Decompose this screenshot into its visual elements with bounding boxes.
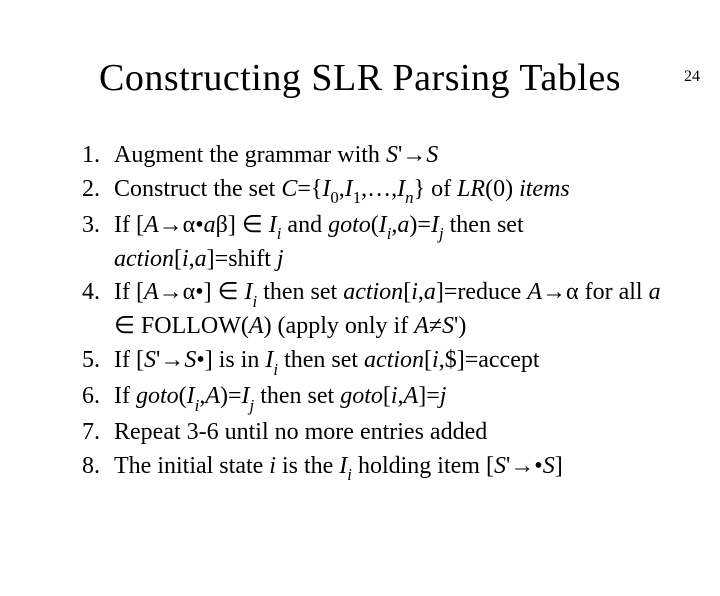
list-item: 6.If goto(Ii,A)=Ij then set goto[i,A]=j	[60, 381, 680, 415]
list-number: 7.	[60, 417, 114, 449]
list-item: 4.If [A→α•] ∈ Ii then set action[i,a]=re…	[60, 277, 680, 343]
list-number: 2.	[60, 174, 114, 206]
list-text: The initial state i is the Ii holding it…	[114, 451, 680, 485]
list-number: 4.	[60, 277, 114, 309]
page-title: Constructing SLR Parsing Tables	[0, 56, 720, 100]
list-text: Repeat 3-6 until no more entries added	[114, 417, 680, 449]
list-text: Augment the grammar with S'→S	[114, 140, 680, 172]
list-text: If goto(Ii,A)=Ij then set goto[i,A]=j	[114, 381, 680, 415]
page-number: 24	[684, 68, 700, 86]
list-text: If [S'→S•] is in Ii then set action[i,$]…	[114, 345, 680, 379]
algorithm-list: 1.Augment the grammar with S'→S2.Constru…	[60, 140, 680, 485]
list-item: 3.If [A→α•aβ] ∈ Ii and goto(Ii,a)=Ij the…	[60, 210, 680, 276]
list-number: 6.	[60, 381, 114, 413]
list-item: 8.The initial state i is the Ii holding …	[60, 451, 680, 485]
list-item: 1.Augment the grammar with S'→S	[60, 140, 680, 172]
list-item: 5.If [S'→S•] is in Ii then set action[i,…	[60, 345, 680, 379]
list-number: 1.	[60, 140, 114, 172]
list-text: If [A→α•] ∈ Ii then set action[i,a]=redu…	[114, 277, 680, 343]
list-number: 5.	[60, 345, 114, 377]
list-text: If [A→α•aβ] ∈ Ii and goto(Ii,a)=Ij then …	[114, 210, 680, 276]
list-item: 2.Construct the set C={I0,I1,…,In} of LR…	[60, 174, 680, 208]
list-number: 8.	[60, 451, 114, 483]
list-text: Construct the set C={I0,I1,…,In} of LR(0…	[114, 174, 680, 208]
list-number: 3.	[60, 210, 114, 242]
list-item: 7.Repeat 3-6 until no more entries added	[60, 417, 680, 449]
